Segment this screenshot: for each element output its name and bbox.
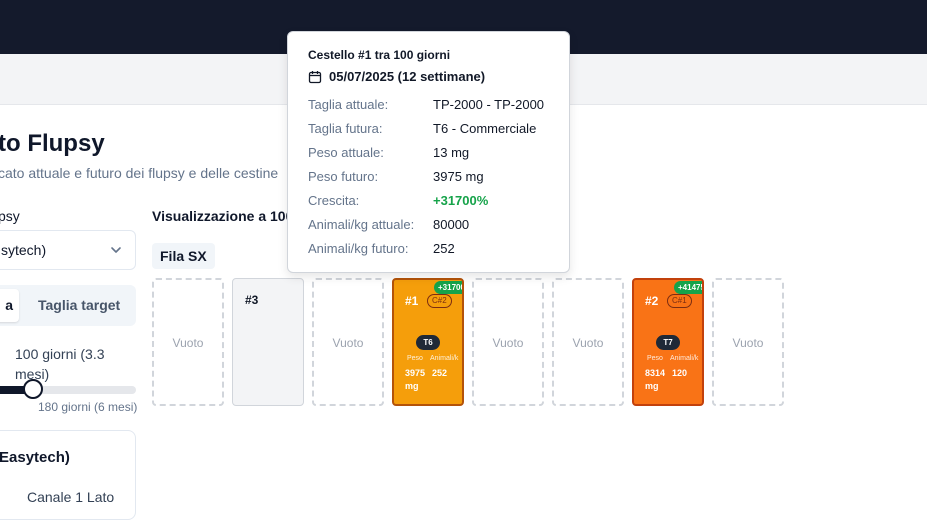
tooltip-row-value: 252 — [433, 241, 455, 256]
flupsy-select[interactable]: sytech) — [0, 230, 136, 270]
tooltip-row-value: 80000 — [433, 217, 470, 232]
flupsy-card-name: Easytech) — [0, 449, 70, 466]
flupsy-card[interactable]: Easytech) Canale 1 Lato — [0, 430, 136, 520]
basket-animali-value: 252 — [432, 368, 448, 378]
row-label: Fila SX — [152, 243, 215, 269]
slider-thumb[interactable] — [23, 379, 43, 399]
view-mode-tabs: a Taglia target — [0, 285, 136, 326]
chevron-down-icon — [111, 247, 121, 253]
tab-active[interactable]: a — [0, 289, 19, 322]
tooltip-title: Cestello #1 tra 100 giorni — [308, 48, 451, 62]
tooltip-row-key: Taglia futura: — [308, 121, 383, 136]
days-slider[interactable] — [0, 386, 136, 394]
basket-number: #3 — [245, 293, 259, 307]
days-value-label: 100 giorni (3.3 mesi) — [15, 346, 105, 382]
tooltip-row-key: Peso futuro: — [308, 169, 379, 184]
flupsy-card-channel: Canale 1 Lato — [27, 489, 115, 505]
tooltip-row-value: +31700% — [433, 193, 489, 208]
basket-cycle-badge: C#2 — [427, 294, 452, 308]
basket-empty-label: Vuoto — [172, 336, 204, 350]
basket-animali-label: Animali/k — [430, 355, 459, 362]
page-title: to Flupsy — [0, 130, 105, 157]
basket-empty[interactable]: Vuoto — [552, 278, 624, 406]
tooltip-row-value: 3975 mg — [433, 169, 484, 184]
basket-peso-value: 8314 mg — [645, 368, 666, 391]
basket-size-badge: T6 — [416, 335, 440, 350]
basket-growth-badge: +31700 — [434, 281, 462, 294]
page-subtitle: cato attuale e futuro dei flupsy e delle… — [0, 165, 279, 181]
flupsy-select-value: sytech) — [1, 242, 47, 258]
basket-animali-label: Animali/k — [670, 355, 699, 362]
calendar-icon — [308, 71, 322, 84]
basket-animali-value: 120 — [672, 368, 688, 378]
view-title: Visualizzazione a 100 — [152, 208, 294, 224]
tooltip-row-value: 13 mg — [433, 145, 470, 160]
basket-empty-label: Vuoto — [332, 336, 364, 350]
basket-active[interactable]: #1 C#2 +31700 T6 Peso Animali/k 3975 mg 252 — [392, 278, 464, 406]
basket-empty-label: Vuoto — [492, 336, 524, 350]
basket-empty[interactable]: Vuoto — [712, 278, 784, 406]
tooltip-row-key: Taglia attuale: — [308, 97, 389, 112]
tooltip-row-key: Animali/kg attuale: — [308, 217, 415, 232]
basket-empty[interactable]: Vuoto — [472, 278, 544, 406]
flupsy-select-label: psy — [0, 208, 20, 224]
basket-peso-label: Peso — [407, 355, 423, 362]
slider-max-label: 180 giorni (6 mesi) — [38, 400, 138, 414]
basket-active[interactable]: #2 C#1 +41475 T7 Peso Animali/k 8314 mg 120 — [632, 278, 704, 406]
basket-empty[interactable]: Vuoto — [312, 278, 384, 406]
tooltip-row-key: Crescita: — [308, 193, 360, 208]
basket-number: #1 — [405, 294, 419, 308]
basket-peso-label: Peso — [647, 355, 663, 362]
basket-inactive[interactable]: #3 — [232, 278, 304, 406]
basket-peso-value: 3975 mg — [405, 368, 426, 391]
tooltip-row-value: TP-2000 - TP-2000 — [433, 97, 545, 112]
tooltip-row-key: Animali/kg futuro: — [308, 241, 409, 256]
basket-tooltip: Cestello #1 tra 100 giorni 05/07/2025 (1… — [287, 31, 570, 273]
basket-cycle-badge: C#1 — [667, 294, 692, 308]
basket-number: #2 — [645, 294, 659, 308]
tab-taglia-target[interactable]: Taglia target — [38, 297, 120, 313]
tooltip-row-value: T6 - Commerciale — [433, 121, 537, 136]
basket-size-badge: T7 — [656, 335, 680, 350]
basket-empty-label: Vuoto — [572, 336, 604, 350]
basket-growth-badge: +41475 — [674, 281, 702, 294]
basket-empty[interactable]: Vuoto — [152, 278, 224, 406]
basket-empty-label: Vuoto — [732, 336, 764, 350]
tooltip-row-key: Peso attuale: — [308, 145, 384, 160]
tooltip-date: 05/07/2025 (12 settimane) — [329, 69, 486, 84]
